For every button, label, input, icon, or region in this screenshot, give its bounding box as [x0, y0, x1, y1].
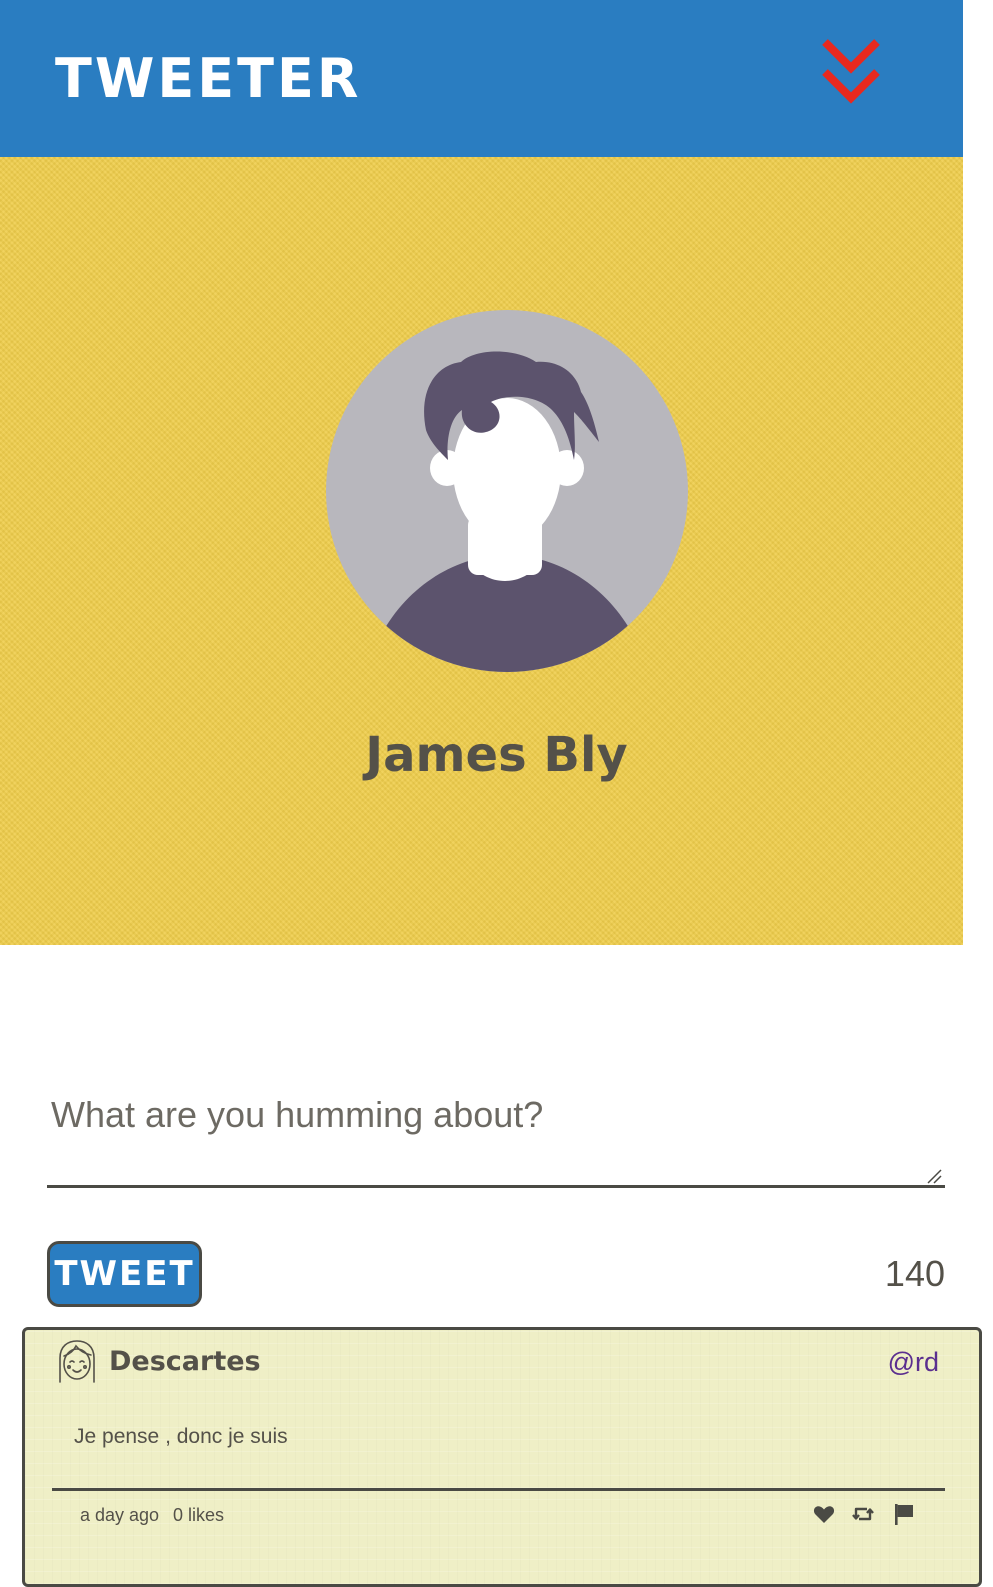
- tweet-divider: [52, 1488, 945, 1491]
- navbar: TWEETER: [0, 0, 963, 157]
- tweet-button[interactable]: TWEET: [47, 1241, 202, 1307]
- resize-grip-icon[interactable]: [925, 1167, 943, 1185]
- user-silhouette-icon: [326, 310, 688, 672]
- tweet-time: a day ago: [80, 1505, 160, 1525]
- double-chevron-down-icon: [822, 39, 880, 104]
- tweet-content: Je pense , donc je suis: [74, 1425, 288, 1448]
- tweet-likes: 0 likes: [173, 1505, 225, 1525]
- tweet-handle[interactable]: @rd: [875, 1344, 939, 1380]
- app-logo[interactable]: TWEETER: [55, 46, 361, 112]
- tweet-author: Descartes: [109, 1346, 261, 1377]
- heart-icon[interactable]: [812, 1502, 836, 1526]
- profile-name: James Bly: [365, 727, 628, 783]
- tweet-card: Descartes @rd Je pense , donc je suis a …: [22, 1327, 982, 1587]
- profile-header: James Bly: [0, 157, 963, 945]
- girl-face-icon: [59, 1340, 95, 1383]
- flag-icon[interactable]: [892, 1502, 916, 1526]
- compose-toggle-button[interactable]: [818, 36, 884, 106]
- char-counter: 140: [884, 1253, 945, 1294]
- retweet-icon[interactable]: [851, 1502, 875, 1526]
- tweet-compose-input[interactable]: [47, 1082, 945, 1188]
